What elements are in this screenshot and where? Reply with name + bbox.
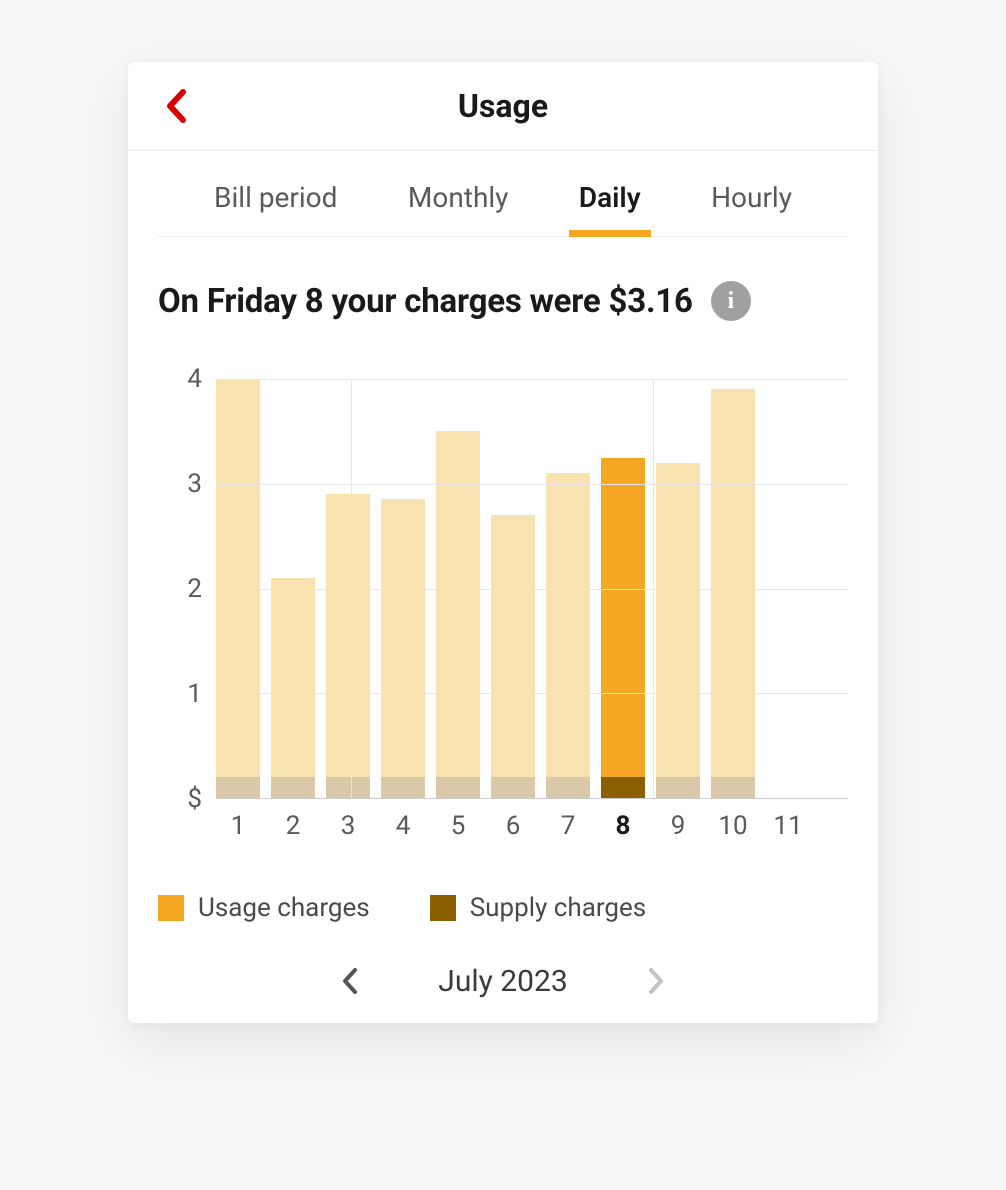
x-tick-label: 5 [436, 805, 480, 849]
tab-hourly[interactable]: Hourly [711, 181, 792, 236]
usage-bar[interactable] [326, 494, 370, 798]
usage-bar[interactable] [381, 499, 425, 798]
supply-bar[interactable] [711, 777, 755, 798]
tab-monthly[interactable]: Monthly [408, 181, 509, 236]
card-header: Usage [128, 62, 878, 151]
x-tick-label: 1 [216, 805, 260, 849]
tab-daily[interactable]: Daily [579, 181, 641, 236]
chevron-left-icon [165, 89, 187, 123]
gridline [216, 693, 848, 694]
x-axis-labels: 1234567891011 [216, 805, 848, 849]
y-tick-label: 3 [187, 469, 202, 499]
x-tick-label: 4 [381, 805, 425, 849]
x-tick-label: 11 [766, 805, 810, 849]
legend-swatch-supply [430, 895, 456, 921]
legend-item-usage: Usage charges [158, 893, 370, 923]
usage-bar[interactable] [491, 515, 535, 798]
supply-bar[interactable] [381, 777, 425, 798]
legend-item-supply: Supply charges [430, 893, 647, 923]
usage-bar[interactable] [271, 578, 315, 798]
usage-bar[interactable] [711, 389, 755, 798]
x-tick-label: 3 [326, 805, 370, 849]
period-selector: July 2023 [128, 923, 878, 1023]
info-button[interactable]: i [711, 281, 751, 321]
tabs-row: Bill period Monthly Daily Hourly [158, 151, 848, 237]
supply-bar[interactable] [436, 777, 480, 798]
x-tick-label: 2 [271, 805, 315, 849]
daily-usage-chart: 1234$ 1234567891011 [158, 379, 848, 849]
x-tick-label: 10 [711, 805, 755, 849]
supply-bar[interactable] [216, 777, 260, 798]
x-tick-label: 8 [601, 805, 645, 849]
vertical-gridline [351, 379, 352, 798]
supply-bar[interactable] [271, 777, 315, 798]
supply-bar[interactable] [546, 777, 590, 798]
back-button[interactable] [158, 88, 194, 124]
chevron-left-icon [341, 967, 359, 995]
headline-text: On Friday 8 your charges were $3.16 [158, 282, 693, 321]
supply-bar[interactable] [656, 777, 700, 798]
page-title: Usage [458, 87, 548, 125]
y-axis-currency-label: $ [187, 784, 202, 814]
usage-bar[interactable] [656, 463, 700, 798]
gridline [216, 379, 848, 380]
vertical-gridline [653, 379, 654, 798]
tab-bill-period[interactable]: Bill period [214, 181, 337, 236]
gridline [216, 589, 848, 590]
supply-bar[interactable] [601, 777, 645, 798]
info-icon: i [727, 288, 734, 315]
x-tick-label: 7 [546, 805, 590, 849]
x-tick-label: 6 [491, 805, 535, 849]
y-axis: 1234$ [158, 379, 206, 799]
period-label: July 2023 [438, 964, 567, 999]
usage-card: Usage Bill period Monthly Daily Hourly O… [128, 62, 878, 1023]
usage-bar[interactable] [546, 473, 590, 798]
chevron-right-icon [647, 967, 665, 995]
y-tick-label: 4 [187, 364, 202, 394]
headline-row: On Friday 8 your charges were $3.16 i [128, 237, 878, 321]
legend-swatch-usage [158, 895, 184, 921]
plot-area [216, 379, 848, 799]
x-tick-label: 9 [656, 805, 700, 849]
period-next-button[interactable] [638, 963, 674, 999]
supply-bar[interactable] [491, 777, 535, 798]
legend-label-usage: Usage charges [198, 893, 370, 923]
legend-label-supply: Supply charges [470, 893, 647, 923]
y-tick-label: 2 [187, 574, 202, 604]
supply-bar[interactable] [326, 777, 370, 798]
gridline [216, 484, 848, 485]
y-tick-label: 1 [187, 679, 202, 709]
chart-legend: Usage charges Supply charges [128, 849, 878, 923]
usage-bar[interactable] [601, 458, 645, 798]
usage-bar[interactable] [436, 431, 480, 798]
period-prev-button[interactable] [332, 963, 368, 999]
